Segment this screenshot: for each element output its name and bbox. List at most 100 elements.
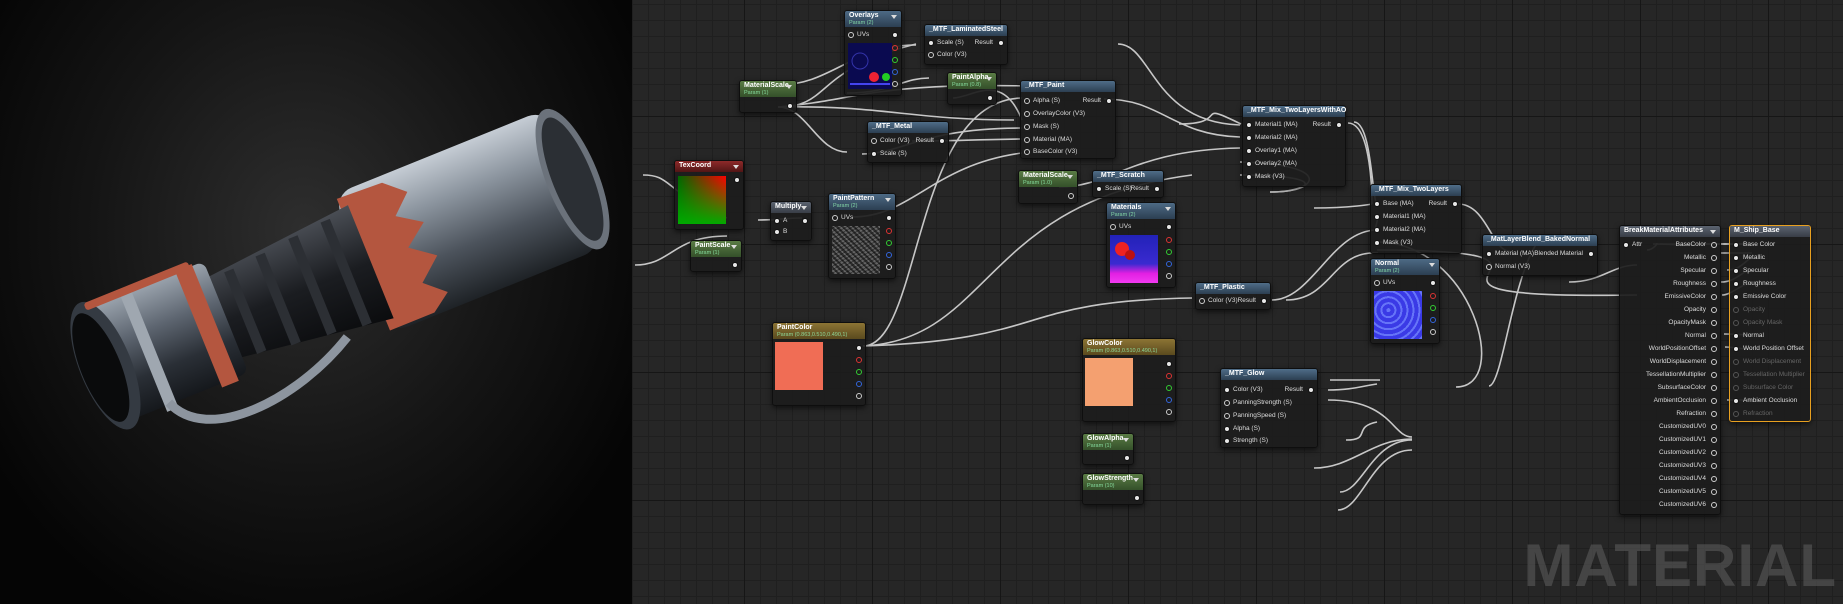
output-pin[interactable] [1154,186,1160,192]
input-pin[interactable] [848,32,854,38]
output-pin-r[interactable] [1430,293,1436,299]
break-output-pin[interactable] [1711,346,1717,352]
output-pin[interactable] [939,138,945,144]
output-pin[interactable] [1261,298,1267,304]
output-pin-b[interactable] [886,252,892,258]
mix-two-layers-with-ao-node[interactable]: _MTF_Mix_TwoLayersWithAO Material1 (MA) … [1242,105,1346,187]
glow-alpha-param-node[interactable]: GlowAlpha Param (1) [1082,433,1134,465]
output-pin[interactable] [998,40,1004,46]
input-pin[interactable] [1224,413,1230,419]
collapse-arrow-icon[interactable] [1710,230,1716,234]
input-pin[interactable] [871,138,877,144]
glow-color-param-node[interactable]: GlowColor Param (0.863,0.510,0.490,1) [1082,338,1176,422]
overlays-texture-node[interactable]: Overlays Param (2) UVs [844,10,902,96]
materials-texture-node[interactable]: Materials Param (2) UVs [1106,202,1176,288]
input-pin[interactable] [1486,251,1492,257]
output-pin-b[interactable] [1166,397,1172,403]
output-pin[interactable] [734,177,740,183]
input-pin[interactable] [1024,124,1030,130]
input-pin[interactable] [928,40,934,46]
output-pin[interactable] [1308,387,1314,393]
paint-color-param-node[interactable]: PaintColor Param (0.863,0.510,0.490,1) [772,322,866,406]
input-pin[interactable] [1374,240,1380,246]
collapse-arrow-icon[interactable] [786,85,792,89]
input-pin-b[interactable] [774,229,780,235]
output-pin[interactable] [1134,495,1140,501]
collapse-arrow-icon[interactable] [731,245,737,249]
input-pin[interactable] [1246,135,1252,141]
output-pin[interactable] [1068,193,1074,199]
material-scale-param-node[interactable]: MaterialScale Param (1) [739,80,797,113]
normal-texture-node[interactable]: Normal Param (2) UVs [1370,258,1440,344]
matlayerblend-baked-normal-node[interactable]: _MatLayerBlend_BakedNormal Material (MA)… [1482,234,1598,276]
input-pin[interactable] [1374,201,1380,207]
output-pin-g[interactable] [886,240,892,246]
output-pin-a[interactable] [892,81,898,87]
collapse-arrow-icon[interactable] [1067,175,1073,179]
material-input-pin[interactable] [1733,333,1739,339]
output-pin[interactable] [1106,98,1112,104]
break-output-pin[interactable] [1711,398,1717,404]
break-output-pin[interactable] [1711,320,1717,326]
material-node-graph[interactable]: Overlays Param (2) UVs _MTF_LaminatedStee… [632,0,1843,604]
output-pin-a[interactable] [856,393,862,399]
output-pin-b[interactable] [892,69,898,75]
output-pin[interactable] [732,262,738,268]
output-pin[interactable] [1430,280,1436,286]
output-pin-b[interactable] [1166,261,1172,267]
multiply-node[interactable]: Multiply A B [770,201,812,241]
input-pin[interactable] [1199,298,1205,304]
output-pin-r[interactable] [892,45,898,51]
input-pin[interactable] [1246,161,1252,167]
metal-function-node[interactable]: _MTF_Metal Color (V3) Scale (S) Result [867,121,949,163]
collapse-arrow-icon[interactable] [1165,207,1171,211]
output-pin[interactable] [856,345,862,351]
material-input-pin[interactable] [1733,281,1739,287]
input-pin[interactable] [1224,426,1230,432]
paint-scale-param-node[interactable]: PaintScale Param (1) [690,240,742,272]
break-output-pin[interactable] [1711,411,1717,417]
break-output-pin[interactable] [1711,268,1717,274]
output-pin-a[interactable] [1166,273,1172,279]
input-pin[interactable] [1246,174,1252,180]
output-pin-r[interactable] [856,357,862,363]
output-pin[interactable] [1166,224,1172,230]
input-pin[interactable] [832,215,838,221]
material-input-pin[interactable] [1733,346,1739,352]
break-output-pin[interactable] [1711,242,1717,248]
output-pin[interactable] [1124,455,1130,461]
material-input-pin[interactable] [1733,294,1739,300]
material-preview-viewport[interactable] [0,0,632,604]
input-pin[interactable] [1224,387,1230,393]
collapse-arrow-icon[interactable] [885,198,891,202]
input-pin[interactable] [1024,98,1030,104]
material-input-pin[interactable] [1733,320,1739,326]
break-output-pin[interactable] [1711,307,1717,313]
output-pin[interactable] [886,215,892,221]
output-pin[interactable] [787,103,793,109]
input-pin[interactable] [1374,227,1380,233]
output-pin[interactable] [802,218,808,224]
output-pin-a[interactable] [1430,329,1436,335]
output-pin-a[interactable] [886,264,892,270]
ship-base-material-output-node[interactable]: M_Ship_Base Base Color Metallic Specular Ro… [1729,225,1811,422]
paint-pattern-texture-node[interactable]: PaintPattern Param (2) UVs [828,193,896,279]
input-pin[interactable] [1246,122,1252,128]
material-input-pin[interactable] [1733,268,1739,274]
input-pin[interactable] [1110,224,1116,230]
plastic-function-node[interactable]: _MTF_Plastic Color (V3) Result [1195,282,1271,310]
output-pin-r[interactable] [1166,237,1172,243]
output-pin-g[interactable] [856,369,862,375]
break-output-pin[interactable] [1711,294,1717,300]
input-pin[interactable] [1224,438,1230,444]
break-output-pin[interactable] [1711,502,1717,508]
material-input-pin[interactable] [1733,359,1739,365]
collapse-arrow-icon[interactable] [1133,478,1139,482]
output-pin-b[interactable] [1430,317,1436,323]
break-output-pin[interactable] [1711,281,1717,287]
input-pin[interactable] [1374,214,1380,220]
output-pin-r[interactable] [1166,373,1172,379]
output-pin[interactable] [1452,201,1458,207]
collapse-arrow-icon[interactable] [1429,263,1435,267]
paint-alpha-param-node[interactable]: PaintAlpha Param (0.8) [947,72,997,105]
